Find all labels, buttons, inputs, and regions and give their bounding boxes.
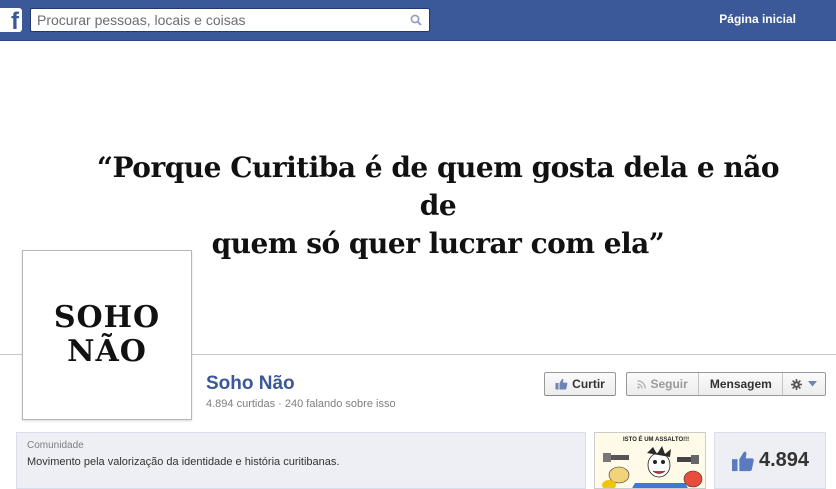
cover-quote-line-1: “Porque Curitiba é de quem gosta dela e … [96,151,780,222]
page-stats: 4.894 curtidas · 240 falando sobre isso [206,398,396,410]
page-title[interactable]: Soho Não [206,373,295,395]
cover-quote: “Porque Curitiba é de quem gosta dela e … [80,149,796,263]
about-section: Comunidade Movimento pela valorização da… [16,432,586,489]
profile-picture-line-2: NÃO [67,334,147,369]
follow-button[interactable]: Seguir [627,373,700,395]
search-icon [410,14,422,26]
search-button[interactable] [403,9,429,31]
settings-dropdown[interactable] [783,373,825,395]
cartoon-illustration [602,446,703,488]
follow-button-label: Seguir [650,377,688,391]
gear-icon [791,378,803,390]
like-button-label: Curtir [572,377,605,391]
message-button[interactable]: Mensagem [699,373,784,395]
likes-box[interactable]: 4.894 [714,432,826,489]
search-box [30,8,430,32]
chevron-down-icon [808,381,818,387]
thumbs-up-icon [731,451,754,471]
likes-count: 4.894 [758,449,810,471]
profile-picture[interactable]: SOHO NÃO [22,250,192,420]
page-category[interactable]: Comunidade [27,440,84,451]
photo-thumbnail[interactable]: ISTO É UM ASSALTO!!! [594,432,706,489]
rss-icon [637,379,647,389]
search-input[interactable] [31,9,401,31]
message-button-label: Mensagem [709,377,772,391]
profile-picture-line-1: SOHO [53,300,161,335]
facebook-logo[interactable]: f [0,8,22,32]
page-actions-group: Seguir Mensagem [626,372,826,396]
home-link[interactable]: Página inicial [719,12,796,26]
page-description: Movimento pela valorização da identidade… [27,456,340,468]
like-button[interactable]: Curtir [544,372,616,396]
thumbs-up-icon [555,378,568,390]
top-bar: f Página inicial [0,0,836,41]
